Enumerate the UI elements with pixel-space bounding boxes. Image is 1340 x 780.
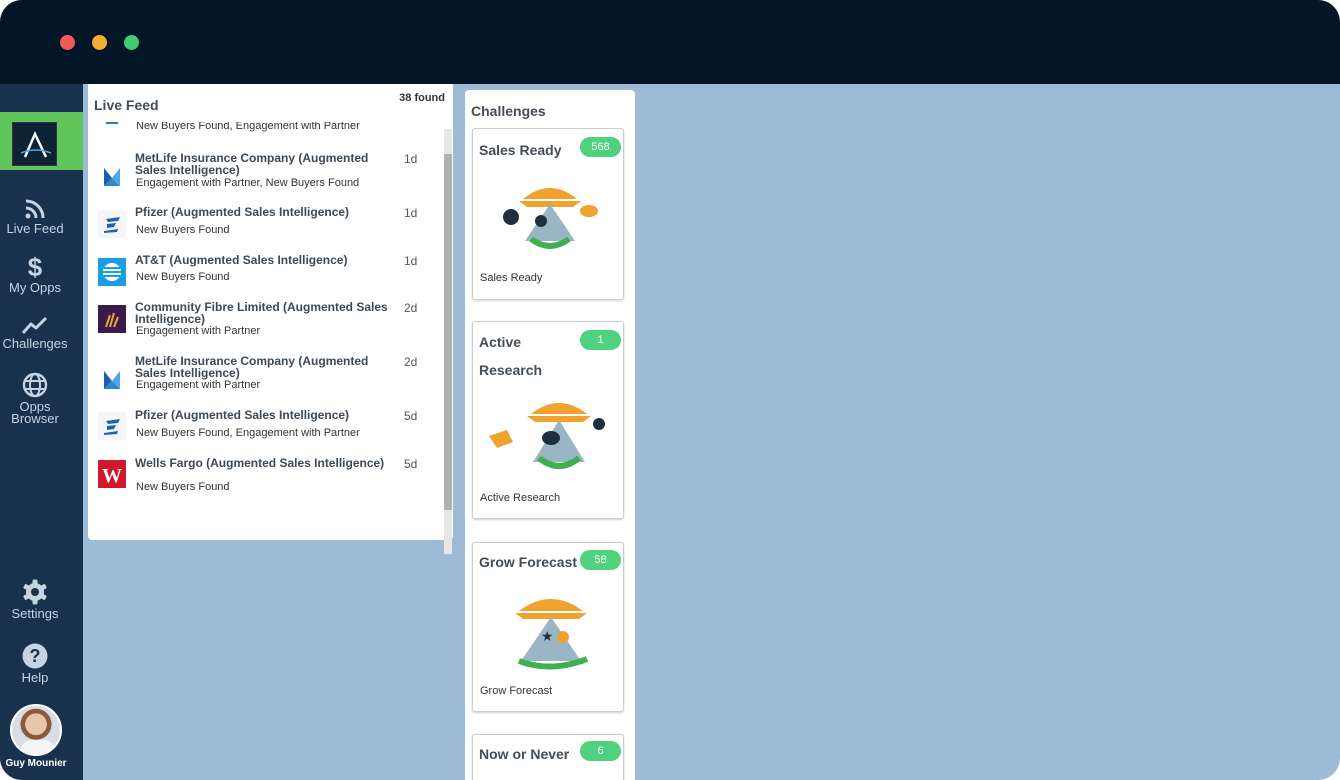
- nav-opps-browser[interactable]: Opps Browser: [0, 371, 70, 425]
- card-footer: Sales Ready: [480, 272, 543, 284]
- help-icon: ?: [22, 643, 48, 669]
- metlife-logo-icon: [98, 365, 126, 393]
- list-item[interactable]: Pfizer (Augmented Sales Intelligence) Ne…: [88, 409, 443, 449]
- rss-icon: [25, 199, 45, 219]
- count-badge: 58: [580, 550, 621, 570]
- pfizer-logo-icon: [98, 210, 126, 238]
- app-window: Live Feed $ My Opps Challenges Opps Brow…: [0, 0, 1340, 780]
- live-feed-panel: Live Feed 38 found New Buyers Found, Eng…: [88, 84, 453, 554]
- nav-opps-browser-label-2: Browser: [11, 411, 59, 426]
- globe-icon: [22, 372, 48, 398]
- nav-settings-label: Settings: [11, 606, 59, 621]
- avatar: [10, 704, 62, 756]
- pfizer-logo-icon: [98, 412, 126, 440]
- card-title: Sales Ready: [479, 142, 562, 158]
- svg-text:★: ★: [541, 629, 554, 645]
- svg-text:?: ?: [30, 646, 41, 666]
- pirate-mascot-icon: [503, 188, 598, 249]
- card-footer: Grow Forecast: [480, 685, 553, 697]
- card-title: Now or Never: [479, 746, 570, 762]
- list-item-time: 2d: [404, 301, 418, 315]
- list-item-subtitle: New Buyers Found, Engagement with Partne…: [136, 122, 360, 132]
- list-item-subtitle: Engagement with Partner: [136, 379, 261, 391]
- panel-title: Live Feed: [94, 97, 159, 113]
- feed-list[interactable]: New Buyers Found, Engagement with Partne…: [88, 122, 443, 512]
- trend-icon: [21, 316, 48, 334]
- user-profile[interactable]: Guy Mounier: [0, 704, 72, 769]
- list-item-time: 2d: [404, 355, 418, 369]
- list-item-time: 5d: [404, 457, 418, 471]
- list-item-title: Pfizer (Augmented Sales Intelligence): [135, 408, 350, 422]
- list-item-title: Pfizer (Augmented Sales Intelligence): [135, 205, 350, 219]
- card-footer: Active Research: [480, 492, 561, 504]
- feed-scrollbar-thumb[interactable]: [444, 154, 452, 510]
- list-item-title: AT&T (Augmented Sales Intelligence): [135, 253, 348, 267]
- card-title-line-1: Active: [479, 334, 522, 350]
- challenge-card-now-or-never[interactable]: Now or Never 6: [472, 734, 624, 780]
- list-item-subtitle: New Buyers Found: [136, 224, 230, 236]
- list-item[interactable]: MetLife Insurance Company (Augmented Sal…: [88, 152, 443, 200]
- community-fibre-logo-icon: [98, 305, 126, 333]
- logo-mark-icon: [12, 122, 57, 166]
- company-logo-icon: [98, 122, 126, 128]
- nav-my-opps[interactable]: $ My Opps: [0, 254, 70, 294]
- count-badge: 1: [580, 330, 621, 350]
- app-logo[interactable]: [0, 112, 83, 170]
- list-item-title: Wells Fargo (Augmented Sales Intelligenc…: [135, 456, 385, 470]
- list-item[interactable]: AT&T (Augmented Sales Intelligence) New …: [88, 254, 443, 294]
- nav-help[interactable]: ? Help: [0, 642, 70, 684]
- list-item[interactable]: Community Fibre Limited (Augmented Sales…: [88, 301, 443, 349]
- pirate-mascot-icon: ★: [515, 599, 589, 670]
- challenge-card-grow-forecast[interactable]: Grow Forecast 58 ★ Grow Forecast: [472, 542, 624, 712]
- svg-text:$: $: [28, 254, 43, 280]
- list-item-time: 1d: [404, 152, 418, 166]
- pirate-mascot-icon: [489, 403, 605, 469]
- challenge-card-sales-ready[interactable]: Sales Ready 568 Sales Ready: [472, 128, 624, 300]
- list-item[interactable]: Pfizer (Augmented Sales Intelligence) Ne…: [88, 206, 443, 246]
- list-item-subtitle: New Buyers Found: [136, 481, 230, 493]
- att-logo-icon: [98, 258, 126, 286]
- list-item-subtitle: Engagement with Partner: [136, 325, 261, 337]
- card-title: Grow Forecast: [479, 554, 578, 570]
- gear-icon: [23, 579, 47, 605]
- list-item[interactable]: New Buyers Found, Engagement with Partne…: [88, 122, 443, 136]
- list-item-time: 1d: [404, 254, 418, 268]
- title-bar: [0, 0, 1340, 84]
- panel-title: Challenges: [471, 103, 546, 119]
- close-window-button[interactable]: [60, 35, 75, 50]
- challenge-card-active-research[interactable]: Active Research 1 Active Research: [472, 321, 624, 519]
- count-badge: 6: [580, 741, 621, 761]
- list-item-subtitle: New Buyers Found: [136, 271, 230, 283]
- list-item[interactable]: W Wells Fargo (Augmented Sales Intellige…: [88, 457, 443, 505]
- result-count: 38 found: [399, 92, 445, 104]
- maximize-window-button[interactable]: [124, 35, 139, 50]
- svg-text:W: W: [102, 465, 122, 487]
- list-item-title: MetLife Insurance Company (Augmented Sal…: [135, 354, 369, 380]
- nav-settings[interactable]: Settings: [0, 578, 70, 620]
- count-badge: 568: [580, 137, 621, 157]
- user-name: Guy Mounier: [5, 758, 67, 769]
- nav-challenges-label: Challenges: [2, 336, 68, 351]
- list-item-title: MetLife Insurance Company (Augmented Sal…: [135, 151, 369, 177]
- metlife-logo-icon: [98, 162, 126, 190]
- list-item-subtitle: New Buyers Found, Engagement with Partne…: [136, 427, 360, 439]
- list-item-title: Community Fibre Limited (Augmented Sales…: [135, 300, 388, 326]
- nav-challenges[interactable]: Challenges: [0, 314, 70, 350]
- list-item-subtitle: Engagement with Partner, New Buyers Foun…: [136, 177, 360, 189]
- list-item-time: 1d: [404, 206, 418, 220]
- card-title-line-2: Research: [479, 362, 543, 378]
- sidebar: Live Feed $ My Opps Challenges Opps Brow…: [0, 84, 83, 780]
- list-item[interactable]: MetLife Insurance Company (Augmented Sal…: [88, 355, 443, 403]
- nav-live-feed[interactable]: Live Feed: [0, 197, 70, 235]
- challenges-panel: Challenges Sales Ready 568 Sales Ready A…: [465, 90, 635, 780]
- nav-my-opps-label: My Opps: [8, 280, 61, 295]
- nav-live-feed-label: Live Feed: [6, 221, 64, 236]
- dollar-icon: $: [28, 254, 43, 280]
- nav-help-label: Help: [21, 670, 49, 685]
- list-item-time: 5d: [404, 409, 418, 423]
- wells-fargo-logo-icon: W: [98, 460, 126, 488]
- minimize-window-button[interactable]: [92, 35, 107, 50]
